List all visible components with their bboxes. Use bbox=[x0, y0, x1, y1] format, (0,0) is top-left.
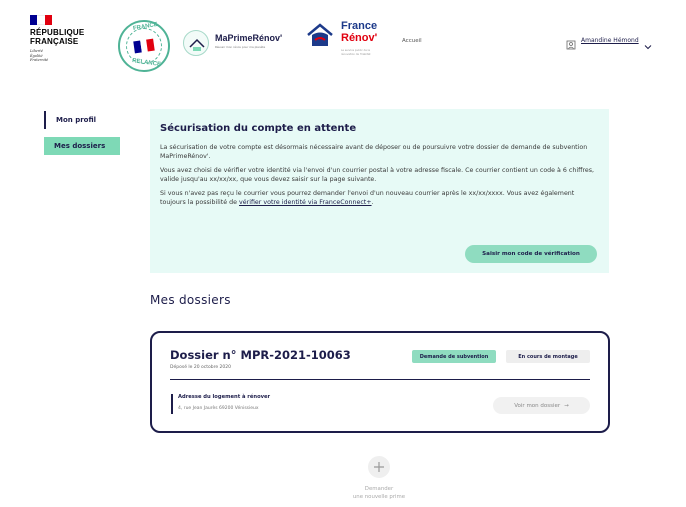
dossier-date: Déposé le 20 octobre 2020 bbox=[170, 365, 231, 370]
address-value: 4, rue Jean Jaurès 69200 Vénissieux bbox=[178, 406, 259, 411]
alert-p3-suffix: . bbox=[371, 199, 374, 207]
new-demand-line1: Demander bbox=[364, 486, 394, 492]
address-accent-bar bbox=[171, 394, 173, 414]
republique-line2: FRANÇAISE bbox=[30, 37, 79, 46]
plus-icon bbox=[374, 462, 384, 472]
dossier-card: Dossier n° MPR-2021-10063 Déposé le 20 o… bbox=[150, 331, 610, 433]
user-icon bbox=[566, 35, 576, 50]
republique-line1: RÉPUBLIQUE bbox=[30, 28, 85, 37]
sidebar-item-profil[interactable]: Mon profil bbox=[44, 111, 116, 129]
card-divider bbox=[170, 379, 590, 380]
view-dossier-button[interactable]: Voir mon dossier → bbox=[493, 397, 590, 414]
france-renov-logo[interactable]: France Rénov' Le service public de la ré… bbox=[306, 20, 391, 65]
motto-fraternite: Fraternité bbox=[30, 58, 49, 62]
franceconnect-link[interactable]: vérifier votre identité via FranceConnec… bbox=[239, 199, 372, 206]
dossier-title: Dossier n° MPR-2021-10063 bbox=[170, 348, 351, 362]
maprimerenov-subtitle: Réussir mon rénov pour ma planète bbox=[215, 45, 266, 49]
badge-text-bottom: RELANCE bbox=[131, 58, 162, 68]
enter-verification-code-button[interactable]: Saisir mon code de vérification bbox=[465, 245, 597, 263]
french-flag-icon bbox=[30, 15, 52, 25]
maprimerenov-name: MaPrimeRénov' bbox=[215, 33, 283, 43]
maprimerenov-logo[interactable]: MaPrimeRénov' Réussir mon rénov pour ma … bbox=[183, 30, 303, 58]
status-badge-montage: En cours de montage bbox=[506, 350, 590, 363]
security-alert-panel: Sécurisation du compte en attente La séc… bbox=[150, 109, 609, 273]
france-renov-subtitle: Le service public de la rénovation de l'… bbox=[341, 49, 371, 56]
alert-paragraph-3: Si vous n'avez pas reçu le courrier vous… bbox=[160, 189, 599, 208]
new-demand-line2: une nouvelle prime bbox=[352, 494, 406, 500]
alert-paragraph-2: Vous avez choisi de vérifier votre ident… bbox=[160, 166, 595, 184]
user-name[interactable]: Amandine Hémond bbox=[581, 37, 639, 44]
alert-paragraph-1: La sécurisation de votre compte est déso… bbox=[160, 144, 588, 161]
status-badge-demande: Demande de subvention bbox=[412, 350, 496, 363]
alert-title: Sécurisation du compte en attente bbox=[160, 123, 357, 134]
nav-home-link[interactable]: Accueil bbox=[402, 38, 422, 44]
republique-francaise-logo[interactable]: RÉPUBLIQUE FRANÇAISE Liberté Égalité Fra… bbox=[30, 15, 110, 63]
new-demand-button[interactable] bbox=[368, 456, 390, 478]
sidebar-item-dossiers[interactable]: Mes dossiers bbox=[44, 137, 120, 155]
france-renov-house-icon bbox=[306, 22, 334, 48]
page-title: Mes dossiers bbox=[150, 293, 231, 307]
france-renov-line2: Rénov' bbox=[341, 32, 378, 44]
france-relance-badge: FRANCE RELANCE bbox=[118, 20, 170, 72]
view-dossier-label: Voir mon dossier bbox=[514, 402, 561, 409]
new-demand-label[interactable]: Demander une nouvelle prime bbox=[330, 485, 428, 501]
user-menu[interactable]: Amandine Hémond bbox=[566, 35, 652, 50]
header: RÉPUBLIQUE FRANÇAISE Liberté Égalité Fra… bbox=[0, 0, 686, 78]
address-label: Adresse du logement à rénover bbox=[178, 394, 271, 400]
chevron-down-icon[interactable] bbox=[644, 36, 652, 50]
france-renov-line1: France bbox=[341, 20, 378, 32]
arrow-right-icon: → bbox=[564, 402, 569, 409]
house-icon bbox=[183, 30, 209, 56]
republique-motto: Liberté Égalité Fraternité bbox=[30, 49, 110, 63]
